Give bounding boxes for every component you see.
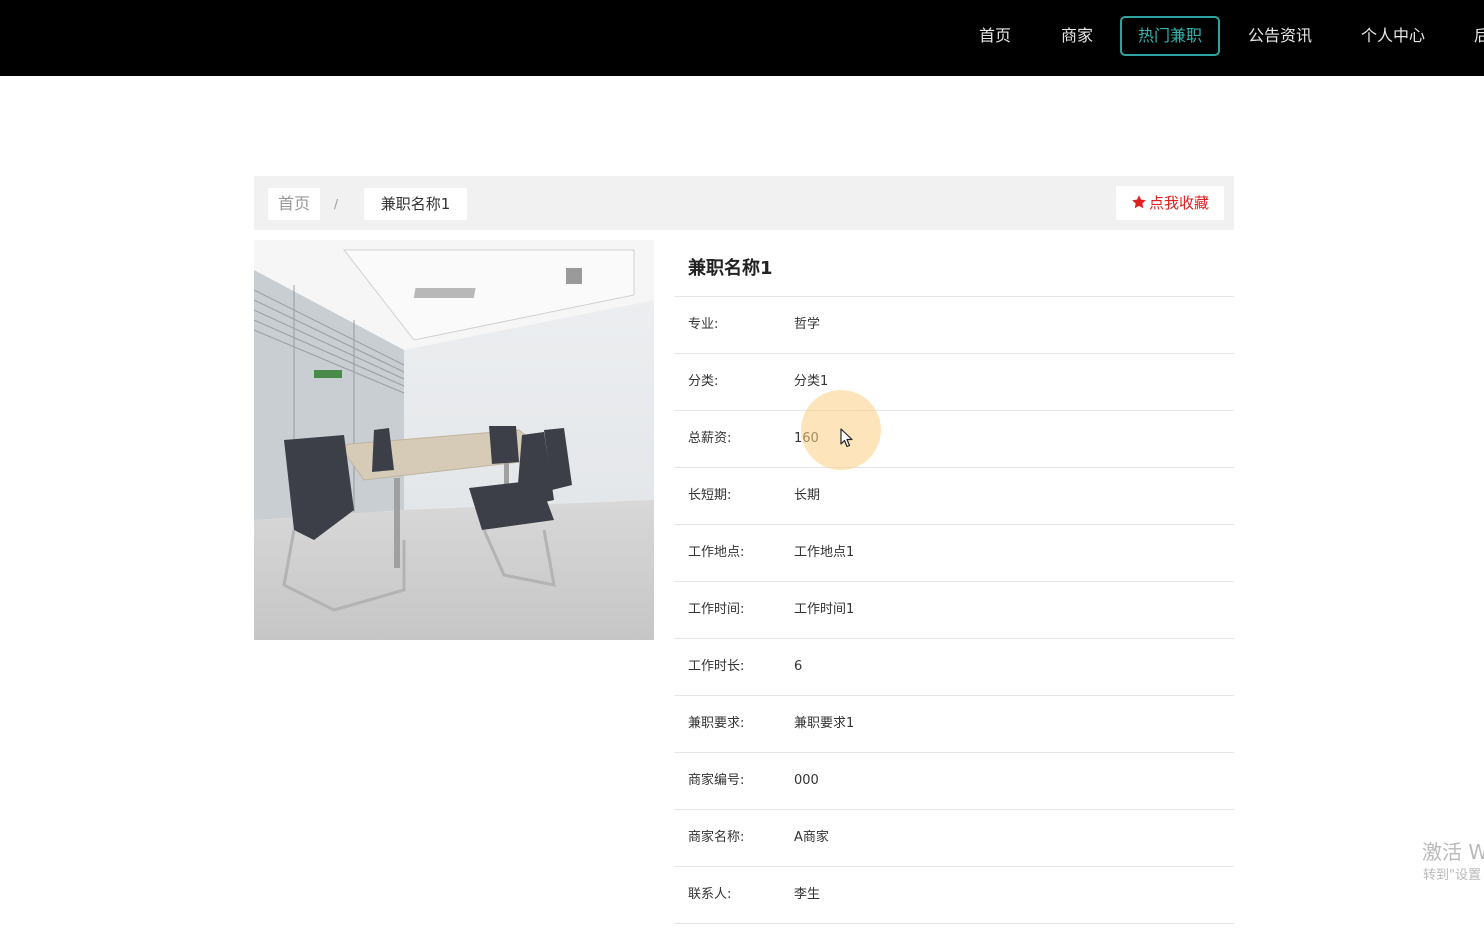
detail-value: A商家 — [794, 830, 829, 845]
detail-row-category: 分类: 分类1 — [674, 354, 1234, 411]
detail-row-merchant-id: 商家编号: 000 — [674, 753, 1234, 810]
nav-item-backend[interactable]: 后 — [1474, 16, 1484, 56]
breadcrumb-separator: / — [334, 197, 339, 211]
detail-value: 000 — [794, 773, 819, 788]
favorite-button[interactable]: 点我收藏 — [1116, 186, 1224, 220]
nav-item-personal-center[interactable]: 个人中心 — [1353, 16, 1433, 56]
detail-value: 哲学 — [794, 317, 821, 332]
nav-item-home[interactable]: 首页 — [966, 16, 1024, 56]
activation-watermark-title: 激活 W — [1422, 840, 1484, 864]
breadcrumb-home-link[interactable]: 首页 — [268, 188, 320, 220]
nav-item-announcements[interactable]: 公告资讯 — [1240, 16, 1320, 56]
detail-label: 联系人: — [688, 887, 732, 902]
detail-value: 长期 — [794, 488, 821, 503]
job-detail-panel: 兼职名称1 专业: 哲学 分类: 分类1 总薪资: 160 长短期: 长期 工作… — [674, 240, 1234, 924]
detail-row-total-salary: 总薪资: 160 — [674, 411, 1234, 468]
detail-label: 分类: — [688, 374, 719, 389]
detail-row-term: 长短期: 长期 — [674, 468, 1234, 525]
nav-item-merchants[interactable]: 商家 — [1048, 16, 1106, 56]
detail-row-work-duration: 工作时长: 6 — [674, 639, 1234, 696]
detail-label: 总薪资: — [688, 431, 732, 446]
activation-watermark-subtitle: 转到"设置 — [1423, 868, 1481, 883]
breadcrumb: 首页 / 兼职名称1 点我收藏 — [254, 176, 1234, 230]
detail-row-location: 工作地点: 工作地点1 — [674, 525, 1234, 582]
detail-label: 商家编号: — [688, 773, 745, 788]
detail-value: 6 — [794, 659, 803, 674]
office-meeting-room-image — [254, 240, 654, 640]
detail-row-major: 专业: 哲学 — [674, 297, 1234, 354]
detail-row-work-time: 工作时间: 工作时间1 — [674, 582, 1234, 639]
detail-row-requirements: 兼职要求: 兼职要求1 — [674, 696, 1234, 753]
detail-value: 兼职要求1 — [794, 716, 855, 731]
job-title: 兼职名称1 — [674, 240, 1234, 297]
detail-value: 李生 — [794, 887, 821, 902]
detail-value: 工作时间1 — [794, 602, 855, 617]
mouse-pointer-icon — [840, 428, 854, 448]
detail-row-contact: 联系人: 李生 — [674, 867, 1234, 924]
detail-label: 工作时间: — [688, 602, 745, 617]
nav-item-hot-jobs[interactable]: 热门兼职 — [1120, 16, 1220, 56]
job-photo — [254, 240, 654, 640]
detail-label: 专业: — [688, 317, 719, 332]
detail-label: 工作地点: — [688, 545, 745, 560]
detail-value: 工作地点1 — [794, 545, 855, 560]
detail-label: 商家名称: — [688, 830, 745, 845]
favorite-button-label: 点我收藏 — [1148, 194, 1209, 212]
top-navigation-bar: 首页 商家 热门兼职 公告资讯 个人中心 后 — [0, 0, 1484, 76]
breadcrumb-current: 兼职名称1 — [364, 188, 467, 220]
detail-label: 工作时长: — [688, 659, 745, 674]
detail-row-merchant-name: 商家名称: A商家 — [674, 810, 1234, 867]
detail-label: 长短期: — [688, 488, 732, 503]
star-icon — [1131, 188, 1147, 209]
detail-label: 兼职要求: — [688, 716, 745, 731]
